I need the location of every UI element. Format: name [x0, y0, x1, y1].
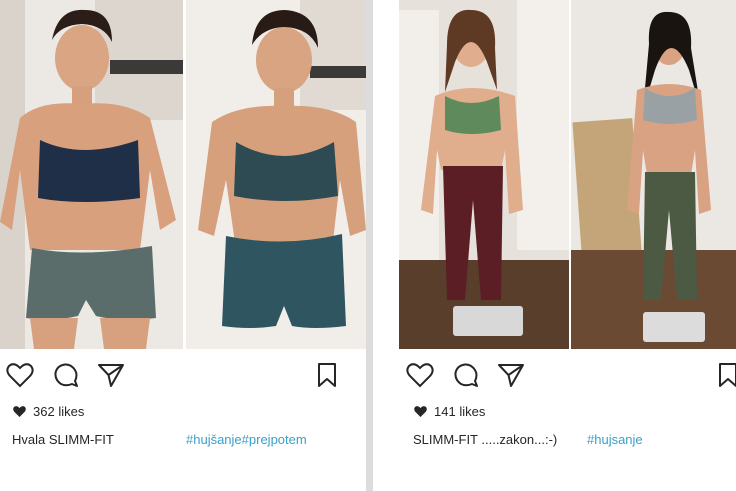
post-actions-left [0, 362, 366, 392]
post-photo-left[interactable] [0, 0, 366, 349]
filled-heart-icon [413, 405, 428, 418]
post-photo-right[interactable] [399, 0, 736, 349]
bookmark-icon[interactable] [316, 362, 338, 393]
likes-count-left: 362 likes [12, 404, 84, 419]
post-card-left: 362 likes Hvala SLIMM-FIT #hujšanje#prej… [0, 0, 366, 491]
share-icon[interactable] [497, 362, 525, 393]
heart-icon[interactable] [406, 362, 434, 393]
likes-number: 362 [33, 404, 55, 419]
likes-label: likes [58, 404, 85, 419]
post-actions-right [373, 362, 736, 392]
post-card-right: 141 likes SLIMM-FIT .....zakon...:-) #hu… [373, 0, 736, 491]
likes-number: 141 [434, 404, 456, 419]
before-after-photo-left [0, 0, 366, 349]
post-caption-right: SLIMM-FIT .....zakon...:-) [413, 432, 558, 447]
hashtags-right[interactable]: #hujsanje [587, 432, 643, 447]
comment-icon[interactable] [453, 362, 479, 393]
heart-icon[interactable] [6, 362, 34, 393]
filled-heart-icon [12, 405, 27, 418]
bookmark-icon[interactable] [717, 362, 736, 393]
hashtags-left[interactable]: #hujšanje#prejpotem [186, 432, 307, 447]
likes-label: likes [459, 404, 486, 419]
comment-icon[interactable] [53, 362, 79, 393]
post-caption-left: Hvala SLIMM-FIT [12, 432, 114, 447]
share-icon[interactable] [97, 362, 125, 393]
before-after-photo-right [399, 0, 736, 349]
likes-count-right: 141 likes [413, 404, 485, 419]
